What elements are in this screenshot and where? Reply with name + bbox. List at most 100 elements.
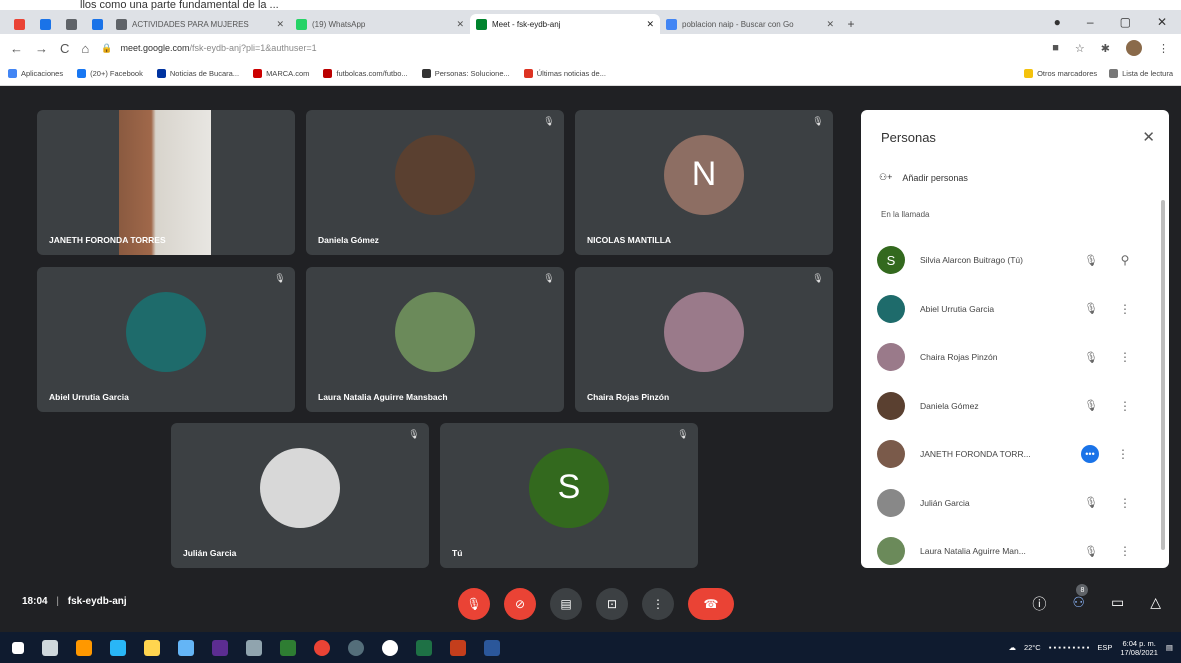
participant-row[interactable]: JANETH FORONDA TORR... ••• ⋮ [877,430,1152,479]
maximize-button[interactable]: ▢ [1120,15,1131,29]
bookmark-item[interactable]: Noticias de Bucara... [156,69,239,78]
browser-tab[interactable]: Meet - fsk-eydb-anj ✕ [470,14,660,34]
reload-button[interactable]: C [60,41,69,56]
chrome-icon[interactable] [314,639,330,656]
present-button[interactable]: ⊡ [596,588,628,620]
mic-off-icon[interactable]: 🎙 [1081,254,1101,267]
back-button[interactable]: ← [10,41,23,56]
more-options-icon[interactable]: ⋮ [1115,544,1135,558]
browser-tab[interactable]: ACTIVIDADES PARA MUJERES ✕ [110,14,290,34]
bookmark-item[interactable]: Aplicaciones [8,69,63,78]
star-icon[interactable]: ☆ [1075,42,1085,55]
participant-tile[interactable]: 🎙 Julián Garcia [171,423,429,568]
participant-row[interactable]: S Silvia Alarcon Buitrago (Tú) 🎙 ⚲ [877,236,1152,285]
edge-icon[interactable] [110,639,126,656]
home-button[interactable]: ⌂ [81,41,89,56]
participant-tile[interactable]: JANETH FORONDA TORRES [37,110,295,255]
leave-call-button[interactable]: ☎ [688,588,734,620]
people-button[interactable]: 8 ⚇ [1072,584,1089,614]
participant-tile[interactable]: 🎙 Laura Natalia Aguirre Mansbach [306,267,564,412]
captions-button[interactable]: ▤ [550,588,582,620]
weather-icon[interactable]: ☁ [1008,643,1016,652]
close-panel-button[interactable]: ✕ [1142,128,1155,146]
pin-icon[interactable]: ⚲ [1115,253,1135,267]
add-people-button[interactable]: ⚇+ Añadir personas [879,172,968,183]
camera-off-icon: ⊘ [514,597,526,611]
task-view-icon[interactable] [42,639,58,656]
close-tab-icon[interactable]: ✕ [450,19,464,30]
more-options-button[interactable]: ⋮ [642,588,674,620]
tray-icons[interactable]: ▪ ▪ ▪ ▪ ▪ ▪ ▪ ▪ ▪ [1049,643,1090,652]
participant-tile[interactable]: 🎙 Daniela Gómez [306,110,564,255]
close-tab-icon[interactable]: ✕ [640,19,654,30]
clock[interactable]: 6:04 p. m. 17/08/2021 [1120,639,1158,657]
more-options-icon[interactable]: ⋮ [1115,350,1135,364]
more-options-icon[interactable]: ⋮ [1115,399,1135,413]
participant-row[interactable]: Daniela Gómez 🎙 ⋮ [877,382,1152,431]
participant-tile[interactable]: 🎙 Abiel Urrutia Garcia [37,267,295,412]
bookmark-reading-list[interactable]: Lista de lectura [1109,69,1173,78]
notifications-icon[interactable]: ▤ [1166,643,1173,652]
camera-icon[interactable]: ■ [1052,42,1059,54]
camera-toggle-button[interactable]: ⊘ [504,588,536,620]
photos-icon[interactable] [246,639,262,656]
url-field[interactable]: 🔒 meet.google.com/fsk-eydb-anj?pli=1&aut… [101,38,981,58]
participant-row[interactable]: Abiel Urrutia Garcia 🎙 ⋮ [877,285,1152,334]
phone-icon[interactable] [178,639,194,656]
activities-button[interactable]: △ [1150,594,1161,614]
minimize-button[interactable]: – [1087,15,1094,29]
mic-off-icon[interactable]: 🎙 [1081,496,1101,509]
profile-icon[interactable]: ● [1054,15,1061,29]
close-tab-icon[interactable]: ✕ [820,19,834,30]
close-window-button[interactable]: ✕ [1157,15,1167,29]
browser-tab[interactable] [6,14,32,34]
forward-button[interactable]: → [35,41,48,56]
close-tab-icon[interactable]: ✕ [270,19,284,30]
participant-row[interactable]: Laura Natalia Aguirre Man... 🎙 ⋮ [877,527,1152,576]
browser-tab[interactable] [84,14,110,34]
participant-row[interactable]: Julián Garcia 🎙 ⋮ [877,479,1152,528]
bookmark-item[interactable]: futbolcas.com/futbo... [323,69,408,78]
menu-icon[interactable]: ⋮ [1158,42,1169,55]
mic-off-icon[interactable]: 🎙 [1081,302,1101,315]
browser-tab[interactable]: poblacion naip - Buscar con Go ✕ [660,14,840,34]
excel-icon[interactable] [416,639,432,656]
more-options-icon[interactable]: ⋮ [1113,447,1133,461]
whatsapp-icon[interactable] [348,639,364,656]
mic-off-icon[interactable]: 🎙 [1081,351,1101,364]
more-options-icon[interactable]: ⋮ [1115,302,1135,316]
powerpoint-icon[interactable] [450,639,466,656]
extensions-icon[interactable]: ✱ [1101,42,1110,55]
new-tab-button[interactable]: + [840,14,862,34]
mic-off-icon[interactable]: 🎙 [1081,399,1101,412]
audition-icon[interactable] [280,639,296,656]
participant-tile[interactable]: S 🎙 Tú [440,423,698,568]
avatar[interactable] [1126,40,1142,56]
chat-button[interactable]: ▭ [1111,594,1124,614]
info-button[interactable]: ⓘ [1032,594,1046,614]
participant-name: Tú [452,548,463,558]
mic-toggle-button[interactable]: 🎙 [458,588,490,620]
word-icon[interactable] [484,639,500,656]
participant-row[interactable]: Chaira Rojas Pinzón 🎙 ⋮ [877,333,1152,382]
add-person-icon: ⚇+ [879,172,893,182]
language-indicator[interactable]: ESP [1097,643,1112,652]
browser-tab[interactable]: (19) WhatsApp ✕ [290,14,470,34]
bookmark-item[interactable]: MARCA.com [253,69,309,78]
participant-tile[interactable]: 🎙 Chaira Rojas Pinzón [575,267,833,412]
premiere-icon[interactable] [212,639,228,656]
browser-tab[interactable] [32,14,58,34]
bookmark-item[interactable]: (20+) Facebook [77,69,143,78]
obs-icon[interactable] [382,639,398,656]
bookmark-item[interactable]: Personas: Solucione... [421,69,510,78]
mic-off-icon[interactable]: 🎙 [1081,545,1101,558]
browser-tab[interactable] [58,14,84,34]
file-explorer-icon[interactable] [144,639,160,656]
windows-start-icon[interactable] [12,641,24,654]
bookmark-item[interactable]: Últimas noticias de... [523,69,606,78]
more-options-icon[interactable]: ⋮ [1115,496,1135,510]
panel-scrollbar[interactable] [1161,200,1165,550]
bookmark-other[interactable]: Otros marcadores [1024,69,1097,78]
participant-tile[interactable]: N 🎙 NICOLAS MANTILLA [575,110,833,255]
vlc-icon[interactable] [76,639,92,656]
